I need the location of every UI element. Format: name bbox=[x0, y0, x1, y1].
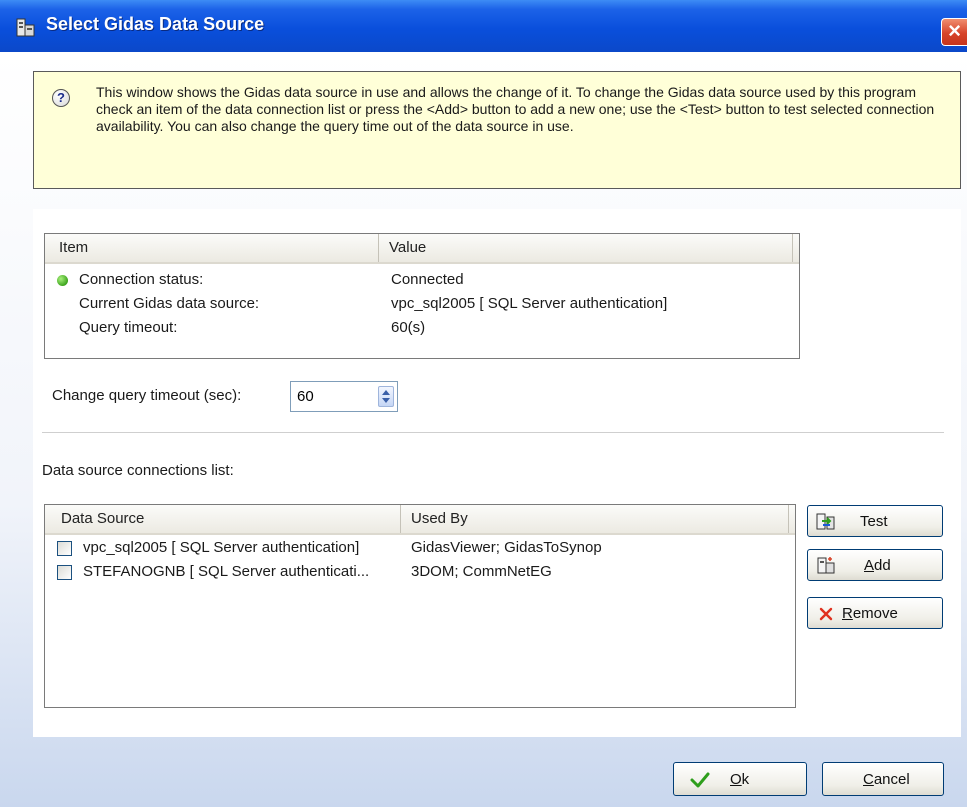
connections-list-label: Data source connections list: bbox=[42, 462, 234, 479]
title-bar: Select Gidas Data Source × bbox=[0, 0, 967, 52]
value-connection-status: Connected bbox=[391, 271, 464, 288]
close-button[interactable]: × bbox=[941, 18, 967, 46]
spin-down-icon[interactable] bbox=[382, 398, 390, 403]
test-connection-icon bbox=[816, 513, 835, 530]
column-header-used-by[interactable]: Used By bbox=[401, 505, 789, 533]
connections-list-header: Data Source Used By bbox=[45, 505, 795, 535]
divider bbox=[42, 432, 944, 434]
add-button-mnemonic: A bbox=[864, 557, 875, 574]
spin-up-icon[interactable] bbox=[382, 390, 390, 395]
data-source-window-icon bbox=[16, 18, 35, 37]
green-status-dot-icon bbox=[57, 275, 68, 286]
query-timeout-input[interactable] bbox=[291, 382, 381, 411]
remove-x-icon bbox=[819, 607, 833, 621]
cancel-button-label: Cancel bbox=[863, 771, 910, 788]
item-current-data-source: Current Gidas data source: bbox=[79, 295, 260, 312]
cancel-button-mnemonic: C bbox=[863, 771, 874, 788]
ok-button[interactable]: Ok bbox=[673, 762, 807, 796]
connections-listview[interactable]: Data Source Used By vpc_sql2005 [ SQL Se… bbox=[44, 504, 796, 708]
item-connection-status: Connection status: bbox=[79, 271, 204, 288]
timeout-label: Change query timeout (sec): bbox=[52, 387, 242, 404]
remove-button-label: Remove bbox=[842, 605, 898, 622]
ok-button-label: Ok bbox=[730, 771, 749, 788]
item-query-timeout: Query timeout: bbox=[79, 319, 178, 336]
connection-source-vpc-sql2005[interactable]: vpc_sql2005 [ SQL Server authentication] bbox=[83, 539, 359, 557]
column-header-data-source[interactable]: Data Source bbox=[45, 505, 401, 533]
checkmark-icon bbox=[690, 772, 710, 788]
remove-button[interactable]: Remove bbox=[807, 597, 943, 629]
test-button[interactable]: Test bbox=[807, 505, 943, 537]
remove-button-label-rest: emove bbox=[852, 605, 898, 622]
info-text: This window shows the Gidas data source … bbox=[96, 84, 935, 134]
close-icon: × bbox=[948, 18, 961, 43]
query-timeout-stepper[interactable] bbox=[290, 381, 398, 412]
test-button-label: Test bbox=[860, 513, 888, 530]
add-button-label: Add bbox=[864, 557, 891, 574]
help-question-icon: ? bbox=[52, 89, 70, 107]
cancel-button[interactable]: Cancel bbox=[822, 762, 944, 796]
connection-checkbox-stefanognb[interactable] bbox=[57, 565, 72, 580]
remove-button-mnemonic: R bbox=[842, 605, 853, 622]
window-title: Select Gidas Data Source bbox=[46, 14, 265, 34]
add-button[interactable]: Add bbox=[807, 549, 943, 581]
connection-checkbox-vpc-sql2005[interactable] bbox=[57, 541, 72, 556]
add-button-label-rest: dd bbox=[874, 557, 891, 574]
connection-usedby-stefanognb: 3DOM; CommNetEG bbox=[411, 563, 552, 580]
cancel-button-label-rest: ancel bbox=[873, 771, 910, 788]
ok-button-label-rest: k bbox=[741, 771, 750, 788]
spin-buttons[interactable] bbox=[378, 386, 394, 407]
ok-button-mnemonic: O bbox=[730, 771, 742, 788]
status-list-header: Item Value bbox=[45, 234, 799, 264]
connection-source-stefanognb[interactable]: STEFANOGNB [ SQL Server authenticati... bbox=[83, 563, 369, 581]
info-panel: ? This window shows the Gidas data sourc… bbox=[33, 71, 961, 189]
value-query-timeout: 60(s) bbox=[391, 319, 426, 336]
column-header-item[interactable]: Item bbox=[45, 234, 379, 262]
add-connection-icon bbox=[817, 557, 835, 574]
value-current-data-source: vpc_sql2005 [ SQL Server authentication] bbox=[391, 295, 668, 312]
column-header-value[interactable]: Value bbox=[379, 234, 793, 262]
status-listview[interactable]: Item Value Connection status: Connected … bbox=[44, 233, 800, 359]
connection-usedby-vpc-sql2005: GidasViewer; GidasToSynop bbox=[411, 539, 602, 556]
